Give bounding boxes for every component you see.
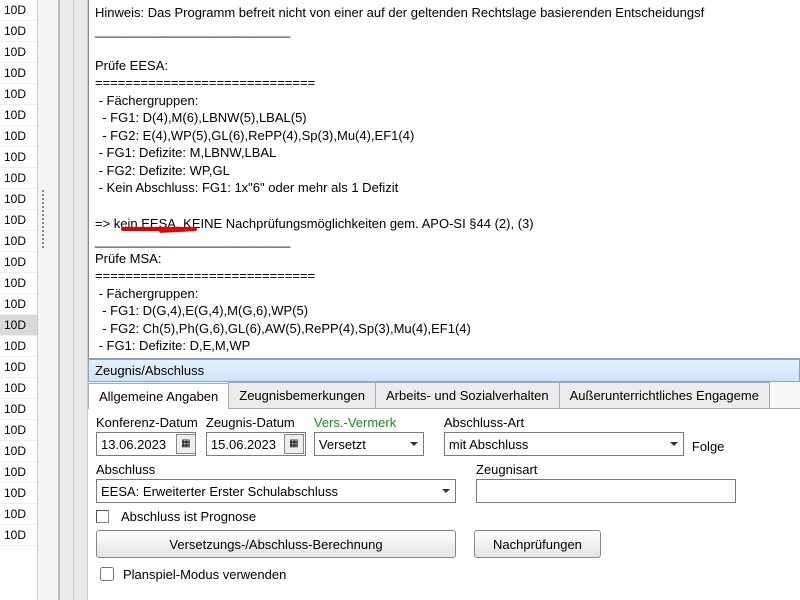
sidebar-item[interactable]: 10D	[0, 483, 37, 504]
sidebar-item[interactable]: 10D	[0, 0, 37, 21]
folge-label: Folge	[692, 439, 725, 454]
tab[interactable]: Außerunterrichtliches Engageme	[559, 382, 770, 408]
konferenz-label: Konferenz-Datum	[96, 415, 198, 430]
vermerk-label: Vers.-Vermerk	[314, 415, 424, 430]
abschlussart-select[interactable]	[444, 432, 684, 456]
sidebar-item[interactable]: 10D	[0, 357, 37, 378]
log-sep: ___________________________	[95, 232, 794, 250]
berechnung-button[interactable]: Versetzungs-/Abschluss-Berechnung	[96, 530, 456, 558]
log-line: - FG1: D(G,4),E(G,4),M(G,6),WP(5)	[95, 302, 794, 320]
class-list: 10D10D10D10D10D10D10D10D10D10D10D10D10D1…	[0, 0, 38, 600]
log-sep: ___________________________	[95, 22, 794, 40]
calculation-log: Hinweis: Das Programm befreit nicht von …	[88, 0, 800, 358]
vermerk-select[interactable]	[314, 432, 424, 456]
log-bar: =============================	[95, 267, 794, 285]
prognose-label: Abschluss ist Prognose	[121, 509, 256, 524]
log-hint: Hinweis: Das Programm befreit nicht von …	[95, 4, 794, 22]
prognose-checkbox[interactable]	[96, 510, 109, 523]
abschluss-label: Abschluss	[96, 462, 456, 477]
sidebar-item[interactable]: 10D	[0, 336, 37, 357]
sidebar-item[interactable]: 10D	[0, 189, 37, 210]
tab[interactable]: Arbeits- und Sozialverhalten	[375, 382, 560, 408]
splitter[interactable]	[38, 0, 60, 600]
zeugnis-label: Zeugnis-Datum	[206, 415, 306, 430]
log-line: - Fächergruppen:	[95, 92, 794, 110]
sidebar-item[interactable]: 10D	[0, 63, 37, 84]
sidebar-item[interactable]: 10D	[0, 21, 37, 42]
log-line: - FG2: Ch(5),Ph(G,6),GL(6),AW(5),RePP(4)…	[95, 320, 794, 338]
log-line: - FG1: Defizite: M,LBNW,LBAL	[95, 144, 794, 162]
sidebar-item[interactable]: 10D	[0, 210, 37, 231]
scroll-tracks	[60, 0, 88, 600]
calendar-icon[interactable]: ▦	[284, 434, 304, 454]
tab-bar: Allgemeine AngabenZeugnisbemerkungenArbe…	[88, 382, 800, 409]
log-line: - Fächergruppen:	[95, 285, 794, 303]
sidebar-item[interactable]: 10D	[0, 84, 37, 105]
eesa-result: => kein EESA, KEINE Nachprüfungsmöglichk…	[95, 215, 794, 233]
zeugnisart-label: Zeugnisart	[476, 462, 736, 477]
sidebar-item[interactable]: 10D	[0, 147, 37, 168]
sidebar-item[interactable]: 10D	[0, 231, 37, 252]
msa-header: Prüfe MSA:	[95, 250, 794, 268]
log-line: - FG1: D(4),M(6),LBNW(5),LBAL(5)	[95, 109, 794, 127]
panel-title: Zeugnis/Abschluss	[88, 359, 800, 382]
sidebar-item[interactable]: 10D	[0, 399, 37, 420]
calendar-icon[interactable]: ▦	[176, 434, 196, 454]
sidebar-item[interactable]: 10D	[0, 252, 37, 273]
log-line: - FG1: Defizite: D,E,M,WP	[95, 337, 794, 355]
sidebar-item[interactable]: 10D	[0, 42, 37, 63]
log-line: - FG2: E(4),WP(5),GL(6),RePP(4),Sp(3),Mu…	[95, 127, 794, 145]
sidebar-item[interactable]: 10D	[0, 294, 37, 315]
planspiel-label: Planspiel-Modus verwenden	[123, 567, 286, 582]
nachpruef-button[interactable]: Nachprüfungen	[474, 530, 601, 558]
eesa-header: Prüfe EESA:	[95, 57, 794, 75]
sidebar-item[interactable]: 10D	[0, 126, 37, 147]
sidebar-item[interactable]: 10D	[0, 105, 37, 126]
sidebar-item[interactable]: 10D	[0, 462, 37, 483]
log-line: - Kein Abschluss: FG1: 1x"6" oder mehr a…	[95, 179, 794, 197]
log-bar: =============================	[95, 74, 794, 92]
abschlussart-label: Abschluss-Art	[444, 415, 684, 430]
sidebar-item[interactable]: 10D	[0, 525, 37, 546]
sidebar-item[interactable]: 10D	[0, 273, 37, 294]
sidebar-item[interactable]: 10D	[0, 315, 37, 336]
tab[interactable]: Zeugnisbemerkungen	[228, 382, 376, 408]
tab[interactable]: Allgemeine Angaben	[88, 383, 229, 409]
log-line: - FG2: Defizite: WP,GL	[95, 162, 794, 180]
abschluss-select[interactable]	[96, 479, 456, 503]
zeugnisart-input[interactable]	[476, 479, 736, 503]
planspiel-checkbox[interactable]	[100, 567, 114, 581]
sidebar-item[interactable]: 10D	[0, 504, 37, 525]
sidebar-item[interactable]: 10D	[0, 441, 37, 462]
sidebar-item[interactable]: 10D	[0, 420, 37, 441]
sidebar-item[interactable]: 10D	[0, 378, 37, 399]
sidebar-item[interactable]: 10D	[0, 168, 37, 189]
zeugnis-panel: Zeugnis/Abschluss Allgemeine AngabenZeug…	[88, 358, 800, 600]
